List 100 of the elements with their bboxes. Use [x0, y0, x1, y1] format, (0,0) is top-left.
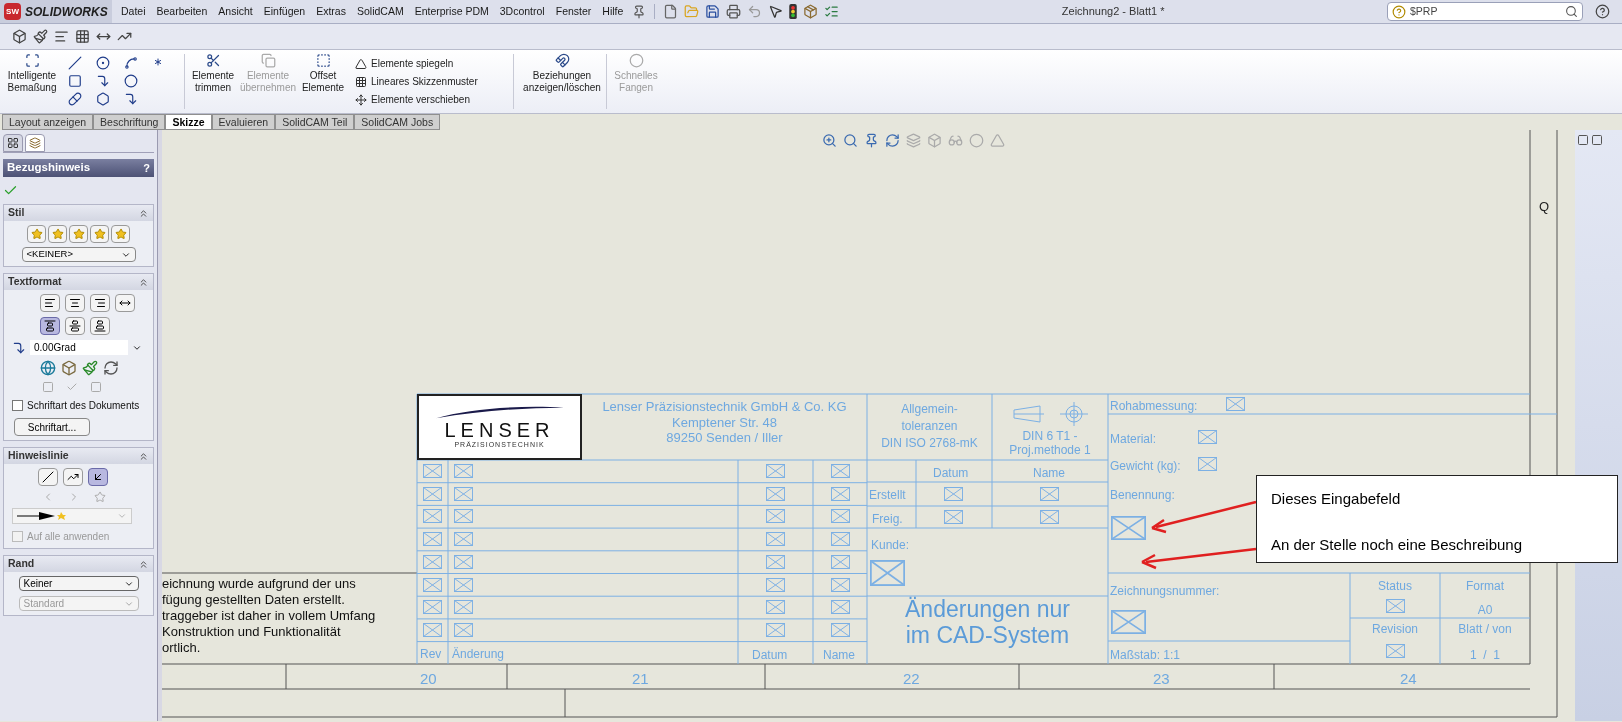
style-dropdown[interactable]: <KEINER> [21, 247, 136, 262]
tool-list-item[interactable]: Elemente verschieben [355, 92, 505, 107]
menu-item[interactable]: Bearbeiten [151, 3, 213, 20]
menu-item[interactable]: Hilfe [597, 3, 629, 20]
row-label: Freig. [872, 511, 903, 528]
globe-icon[interactable] [40, 360, 56, 376]
placeholder-icon [831, 486, 850, 501]
pane-button-icon[interactable] [1577, 134, 1589, 146]
tab[interactable]: Skizze [165, 114, 212, 130]
box-icon[interactable] [61, 360, 77, 376]
collapse-icon[interactable] [138, 207, 149, 219]
placeholder-icon [1226, 397, 1245, 411]
zoom-icon[interactable] [822, 133, 837, 148]
vertical-align-button[interactable] [40, 317, 60, 335]
brush-icon[interactable] [33, 29, 48, 44]
pin-icon[interactable] [632, 4, 647, 19]
apply-style-button[interactable] [27, 225, 46, 243]
point-icon[interactable] [152, 56, 164, 68]
load-star-button[interactable] [111, 225, 130, 243]
font-button[interactable]: Schriftart... [14, 418, 90, 436]
vertical-align-button[interactable] [90, 317, 110, 335]
zone-number: 23 [1153, 669, 1170, 689]
traffic-light-icon[interactable] [789, 4, 798, 19]
panel-tab[interactable] [25, 134, 45, 152]
polygon-icon[interactable] [96, 92, 110, 106]
section-heading: Stil [8, 205, 25, 221]
star-icon [93, 228, 106, 240]
checklist-icon[interactable] [824, 4, 840, 19]
save-star-button[interactable] [90, 225, 109, 243]
placeholder-icon [454, 622, 473, 637]
collapse-icon[interactable] [138, 276, 149, 288]
align-left-button[interactable] [40, 294, 60, 312]
placeholder-icon [870, 560, 905, 586]
menu-item[interactable]: Extras [311, 3, 351, 20]
menu-item[interactable]: SolidCAM [351, 3, 409, 20]
placeholder-icon [1111, 516, 1146, 540]
align-center-button[interactable] [65, 294, 85, 312]
delete-star-button[interactable] [69, 225, 88, 243]
trim-tool-button[interactable]: Elemente trimmen [189, 50, 237, 113]
cube-icon[interactable] [12, 29, 27, 44]
placeholder-icon [944, 487, 963, 501]
placeholder-icon [1111, 610, 1146, 634]
angle-field[interactable]: 0.00Grad [30, 340, 128, 355]
rectangle-icon[interactable] [68, 74, 82, 88]
arrow-style-dropdown[interactable] [12, 508, 132, 524]
collapse-icon[interactable] [138, 558, 149, 570]
placeholder-icon [766, 509, 785, 524]
save-icon[interactable] [705, 4, 721, 19]
placeholder-icon [766, 600, 785, 615]
tool-list-item[interactable]: Lineares Skizzenmuster [355, 74, 505, 89]
align-right-button[interactable] [90, 294, 110, 312]
offset-tool-button[interactable]: Offset Elemente [299, 50, 347, 113]
align-left-icon [44, 297, 56, 309]
new-document-icon[interactable] [663, 4, 679, 19]
spline-icon[interactable] [124, 56, 138, 70]
caret-icon [117, 511, 127, 521]
print-icon[interactable] [726, 4, 742, 19]
circle-icon[interactable] [96, 56, 110, 70]
leader-style-button[interactable] [38, 468, 58, 486]
menu-item[interactable]: Enterprise PDM [409, 3, 494, 20]
checkbox[interactable] [12, 400, 23, 411]
line-icon[interactable] [68, 56, 82, 70]
help-icon[interactable] [1595, 4, 1610, 19]
placeholder-icon [1198, 430, 1217, 444]
brush-icon[interactable] [82, 360, 98, 376]
column-header: Name [1033, 465, 1065, 482]
search-icon[interactable] [1565, 5, 1578, 18]
leader-style-button[interactable] [88, 468, 108, 486]
ellipse-icon[interactable] [124, 74, 138, 88]
horizontal-arrow-button[interactable] [115, 294, 135, 312]
tool-list-item[interactable]: Elemente spiegeln [355, 56, 505, 71]
relations-button[interactable]: Beziehungen anzeigen/löschen [522, 50, 602, 113]
smart-dimension-button[interactable]: Intelligente Bemaßung [4, 50, 60, 113]
tab[interactable]: Evaluieren [211, 114, 276, 130]
add-star-button[interactable] [48, 225, 67, 243]
slot-icon[interactable] [68, 92, 82, 106]
menu-item[interactable]: Datei [116, 3, 151, 20]
rotate-icon[interactable] [885, 133, 900, 148]
menu-item[interactable]: Ansicht [213, 3, 258, 20]
field-value: A0 [1476, 602, 1494, 619]
panel-tab[interactable] [3, 134, 23, 152]
help-button[interactable]: ? [143, 159, 150, 177]
tab[interactable]: Layout anzeigen [2, 114, 94, 130]
callout-text: Dieses Eingabefeld [1271, 489, 1402, 509]
menu-item[interactable]: Fenster [550, 3, 597, 20]
tab[interactable]: Beschriftung [93, 114, 166, 130]
menu-item[interactable]: Einfügen [258, 3, 311, 20]
zoom-area-icon[interactable] [843, 133, 858, 148]
tab[interactable]: SolidCAM Jobs [354, 114, 441, 130]
border-style-dropdown[interactable]: Keiner [18, 576, 139, 591]
field-value: 1 / 1 [1469, 647, 1501, 664]
star-icon [30, 228, 43, 240]
vertical-align-button[interactable] [65, 317, 85, 335]
menu-item[interactable]: 3Dcontrol [494, 3, 550, 20]
pointer-icon[interactable] [768, 4, 784, 19]
placeholder-icon [1040, 510, 1059, 524]
pane-button-icon[interactable] [1591, 134, 1603, 146]
tab[interactable]: SolidCAM Teil [275, 114, 355, 130]
search-field[interactable]: $PRP [1387, 2, 1583, 21]
collapse-icon[interactable] [138, 450, 149, 462]
